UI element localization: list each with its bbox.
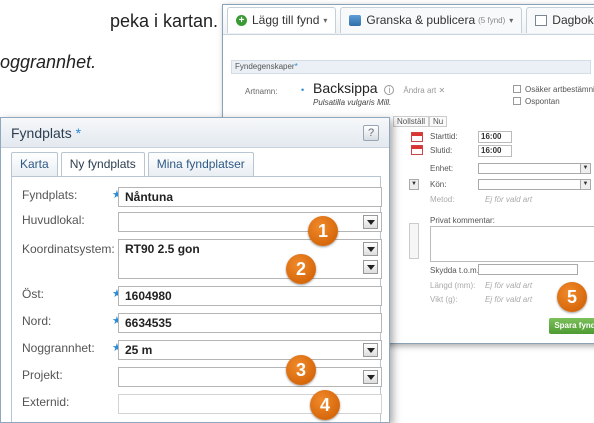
tab-review-count: (5 fynd) <box>478 15 506 25</box>
accuracy-label: Noggrannhet: <box>22 341 95 355</box>
coordinate-system-select[interactable]: RT90 2.5 gon <box>118 239 382 279</box>
main-locality-select[interactable] <box>118 212 382 232</box>
tab-review-label: Granska & publicera <box>366 13 476 27</box>
callout-badge-1: 1 <box>308 216 338 246</box>
accuracy-select[interactable]: 25 m <box>118 340 382 360</box>
section-header: Fyndegenskaper* <box>231 60 591 74</box>
chevron-down-icon: ▾ <box>323 15 328 25</box>
private-comment-field[interactable] <box>430 226 594 262</box>
east-label: Öst: <box>22 287 45 301</box>
north-input[interactable]: 6634535 <box>118 313 382 333</box>
chevron-down-icon[interactable] <box>363 343 378 357</box>
species-label: Artnamn: <box>245 87 278 96</box>
chevron-down-icon[interactable] <box>363 260 378 274</box>
tab-review-publish[interactable]: Granska & publicera (5 fynd) ▾ <box>340 6 523 33</box>
species-name: Backsippa i Ändra art ✕ <box>313 80 446 96</box>
callout-badge-5: 5 <box>557 282 587 312</box>
tab-my-locations[interactable]: Mina fyndplatser <box>147 152 254 176</box>
find-location-panel: Fyndplats * ? Karta Ny fyndplats Mina fy… <box>0 117 390 423</box>
callout-badge-4: 4 <box>310 390 340 420</box>
location-tabs: Karta Ny fyndplats Mina fyndplatser <box>11 152 257 177</box>
north-label: Nord: <box>22 314 52 328</box>
uncertain-checkbox[interactable]: Osäker artbestämning <box>513 85 594 94</box>
latin-name: Pulsatilla vulgaris Mill. <box>313 98 392 107</box>
chevron-down-icon: ▾ <box>509 15 514 25</box>
protected-date-field[interactable] <box>478 264 578 275</box>
end-time-label: Slutid: <box>430 146 453 155</box>
start-time-label: Starttid: <box>430 132 458 141</box>
chevron-down-icon[interactable] <box>363 215 378 229</box>
unit-label: Enhet: <box>430 164 454 173</box>
chevron-down-icon: ▼ <box>580 164 590 173</box>
change-species-link[interactable]: Ändra art ✕ <box>403 86 445 95</box>
callout-badge-2: 2 <box>286 254 316 284</box>
edit-icon <box>535 14 548 26</box>
help-icon[interactable]: ? <box>363 125 379 141</box>
spontaneous-checkbox[interactable]: Ospontan <box>513 97 560 106</box>
chevron-down-icon[interactable] <box>363 370 378 384</box>
tab-map[interactable]: Karta <box>11 152 58 176</box>
chevron-down-icon[interactable]: ▼ <box>409 179 419 190</box>
east-input[interactable]: 1604980 <box>118 286 382 306</box>
tab-diary[interactable]: Dagboksblad <box>526 6 594 33</box>
end-time-field[interactable]: 16:00 <box>478 145 512 157</box>
review-icon <box>349 14 362 26</box>
comment-scrollbar[interactable] <box>409 223 419 259</box>
location-form: Fyndplats: ★ Nåntuna Huvudlokal: Koordin… <box>11 176 382 422</box>
project-label: Projekt: <box>22 368 63 382</box>
external-id-label: Externid: <box>22 395 70 409</box>
chevron-down-icon: ▼ <box>580 180 590 189</box>
unit-select[interactable]: ▼ <box>478 163 591 174</box>
tab-new-location[interactable]: Ny fyndplats <box>60 152 145 177</box>
private-comment-label: Privat kommentar: <box>430 216 495 225</box>
tab-add-find[interactable]: + Lägg till fynd ▾ <box>227 6 337 33</box>
time-header: Nollställ Nu <box>393 116 448 127</box>
main-locality-label: Huvudlokal: <box>22 213 85 227</box>
location-name-input[interactable]: Nåntuna <box>118 187 382 207</box>
weight-hint: Ej för vald art <box>485 295 533 304</box>
calendar-icon[interactable] <box>411 145 423 155</box>
panel-title: Fyndplats * ? <box>1 118 389 148</box>
weight-label: Vikt (g): <box>430 295 458 304</box>
intro-line-1: peka i kartan. <box>110 11 219 31</box>
length-label: Längd (mm): <box>430 281 476 290</box>
reset-button[interactable]: Nollställ <box>393 116 430 127</box>
external-id-input[interactable] <box>118 394 382 414</box>
start-time-field[interactable]: 16:00 <box>478 131 512 143</box>
plus-circle-icon: + <box>236 14 247 26</box>
now-button[interactable]: Nu <box>429 116 448 127</box>
project-select[interactable] <box>118 367 382 387</box>
tab-diary-label: Dagboksblad <box>552 13 594 27</box>
tab-add-find-label: Lägg till fynd <box>252 13 320 27</box>
top-tabs: + Lägg till fynd ▾ Granska & publicera (… <box>223 5 594 35</box>
protected-label: Skydda t.o.m.: <box>430 266 482 275</box>
calendar-icon[interactable] <box>411 132 423 142</box>
gender-label: Kön: <box>430 180 447 189</box>
callout-badge-3: 3 <box>286 355 316 385</box>
gender-select[interactable]: ▼ <box>478 179 591 190</box>
length-hint: Ej för vald art <box>485 281 533 290</box>
method-hint: Ej för vald art <box>485 195 533 204</box>
method-label: Metod: <box>430 195 455 204</box>
location-name-label: Fyndplats: <box>22 188 78 202</box>
save-find-button[interactable]: Spara fynd <box>549 318 594 334</box>
chevron-down-icon[interactable] <box>363 242 378 256</box>
bullet-icon: • <box>301 85 305 95</box>
info-icon[interactable]: i <box>384 85 395 95</box>
coordinate-system-label: Koordinatsystem: <box>22 242 115 256</box>
intro-line-2: oggrannhet. <box>0 52 97 72</box>
